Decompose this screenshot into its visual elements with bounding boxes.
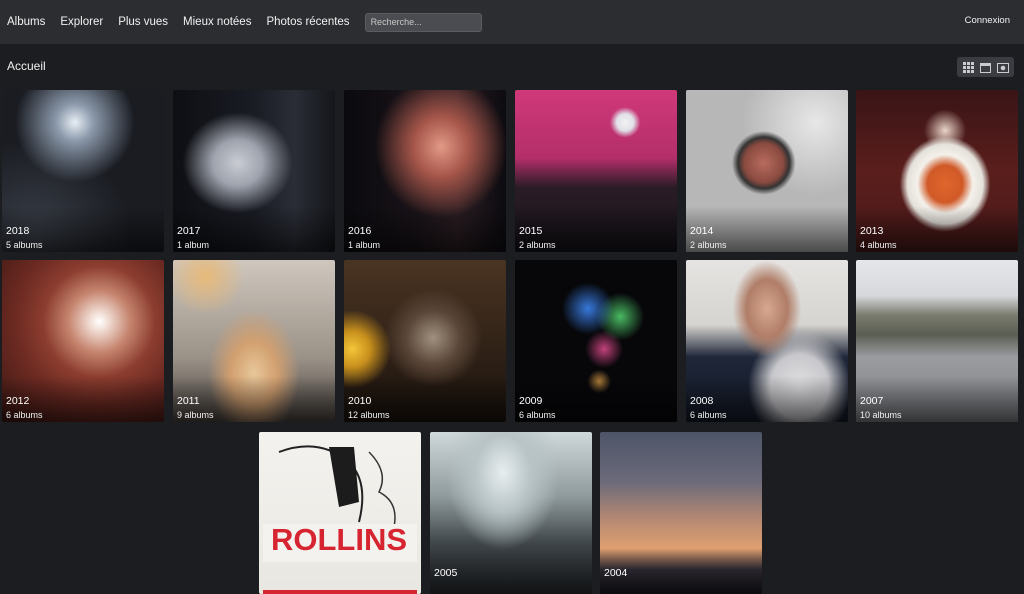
- login-link[interactable]: Connexion: [965, 15, 1010, 26]
- album-count: 5 albums: [6, 240, 43, 250]
- album-year: 2012: [6, 395, 30, 407]
- album-count: 2 albums: [519, 240, 556, 250]
- album-count: 12 albums: [348, 410, 390, 420]
- album-tile-2008[interactable]: 2008 6 albums: [686, 260, 848, 422]
- top-navbar: Albums Explorer Plus vues Mieux notées P…: [0, 0, 1024, 44]
- calendar-icon[interactable]: [979, 60, 993, 74]
- nav-albums[interactable]: Albums: [7, 16, 45, 28]
- album-count: 6 albums: [690, 410, 727, 420]
- album-count: 2 albums: [690, 240, 727, 250]
- album-year: 2010: [348, 395, 372, 407]
- album-tile-2013[interactable]: 2013 4 albums: [856, 90, 1018, 252]
- album-tile-2017[interactable]: 2017 1 album: [173, 90, 335, 252]
- album-tile-2009[interactable]: 2009 6 albums: [515, 260, 677, 422]
- nav-recent-photos[interactable]: Photos récentes: [266, 16, 349, 28]
- album-year: 2009: [519, 395, 543, 407]
- album-tile-2005[interactable]: 2005: [430, 432, 592, 594]
- album-year: 2008: [690, 395, 714, 407]
- album-year: 2005: [434, 567, 458, 579]
- nav-explorer[interactable]: Explorer: [60, 16, 103, 28]
- search-input[interactable]: [364, 12, 482, 32]
- album-tile-2011[interactable]: 2011 9 albums: [173, 260, 335, 422]
- album-year: 2013: [860, 225, 884, 237]
- nav-best-rated[interactable]: Mieux notées: [183, 16, 251, 28]
- album-count: 6 albums: [519, 410, 556, 420]
- album-year: 2011: [177, 395, 200, 407]
- album-year: 2004: [604, 567, 628, 579]
- grid-icon[interactable]: [962, 60, 976, 74]
- nav-most-viewed[interactable]: Plus vues: [118, 16, 168, 28]
- album-tile-2018[interactable]: 2018 5 albums: [2, 90, 164, 252]
- album-tile-2007[interactable]: 2007 10 albums: [856, 260, 1018, 422]
- album-year: 2018: [6, 225, 30, 237]
- album-count: 10 albums: [860, 410, 902, 420]
- album-tile-2012[interactable]: 2012 6 albums: [2, 260, 164, 422]
- album-year: 2014: [690, 225, 714, 237]
- album-year: 2016: [348, 225, 372, 237]
- album-count: 4 albums: [860, 240, 897, 250]
- view-mode-switcher: [957, 57, 1014, 77]
- album-tile-2016[interactable]: 2016 1 album: [344, 90, 506, 252]
- main-nav: Albums Explorer Plus vues Mieux notées P…: [7, 12, 482, 32]
- album-tile-2014[interactable]: 2014 2 albums: [686, 90, 848, 252]
- album-tile-2015[interactable]: 2015 2 albums: [515, 90, 677, 252]
- photo-icon[interactable]: [996, 60, 1010, 74]
- album-count: 1 album: [177, 240, 210, 250]
- album-tile-2010[interactable]: 2010 12 albums: [344, 260, 506, 422]
- album-year: 2007: [860, 395, 884, 407]
- album-count: 1 album: [348, 240, 381, 250]
- album-year: 2017: [177, 225, 201, 237]
- album-count: 9 albums: [177, 410, 214, 420]
- album-tile-2004[interactable]: 2004: [600, 432, 762, 594]
- breadcrumb[interactable]: Accueil: [7, 59, 46, 73]
- album-year: 2015: [519, 225, 543, 237]
- album-count: 6 albums: [6, 410, 43, 420]
- album-tile-rollins[interactable]: ROLLINS: [259, 432, 421, 594]
